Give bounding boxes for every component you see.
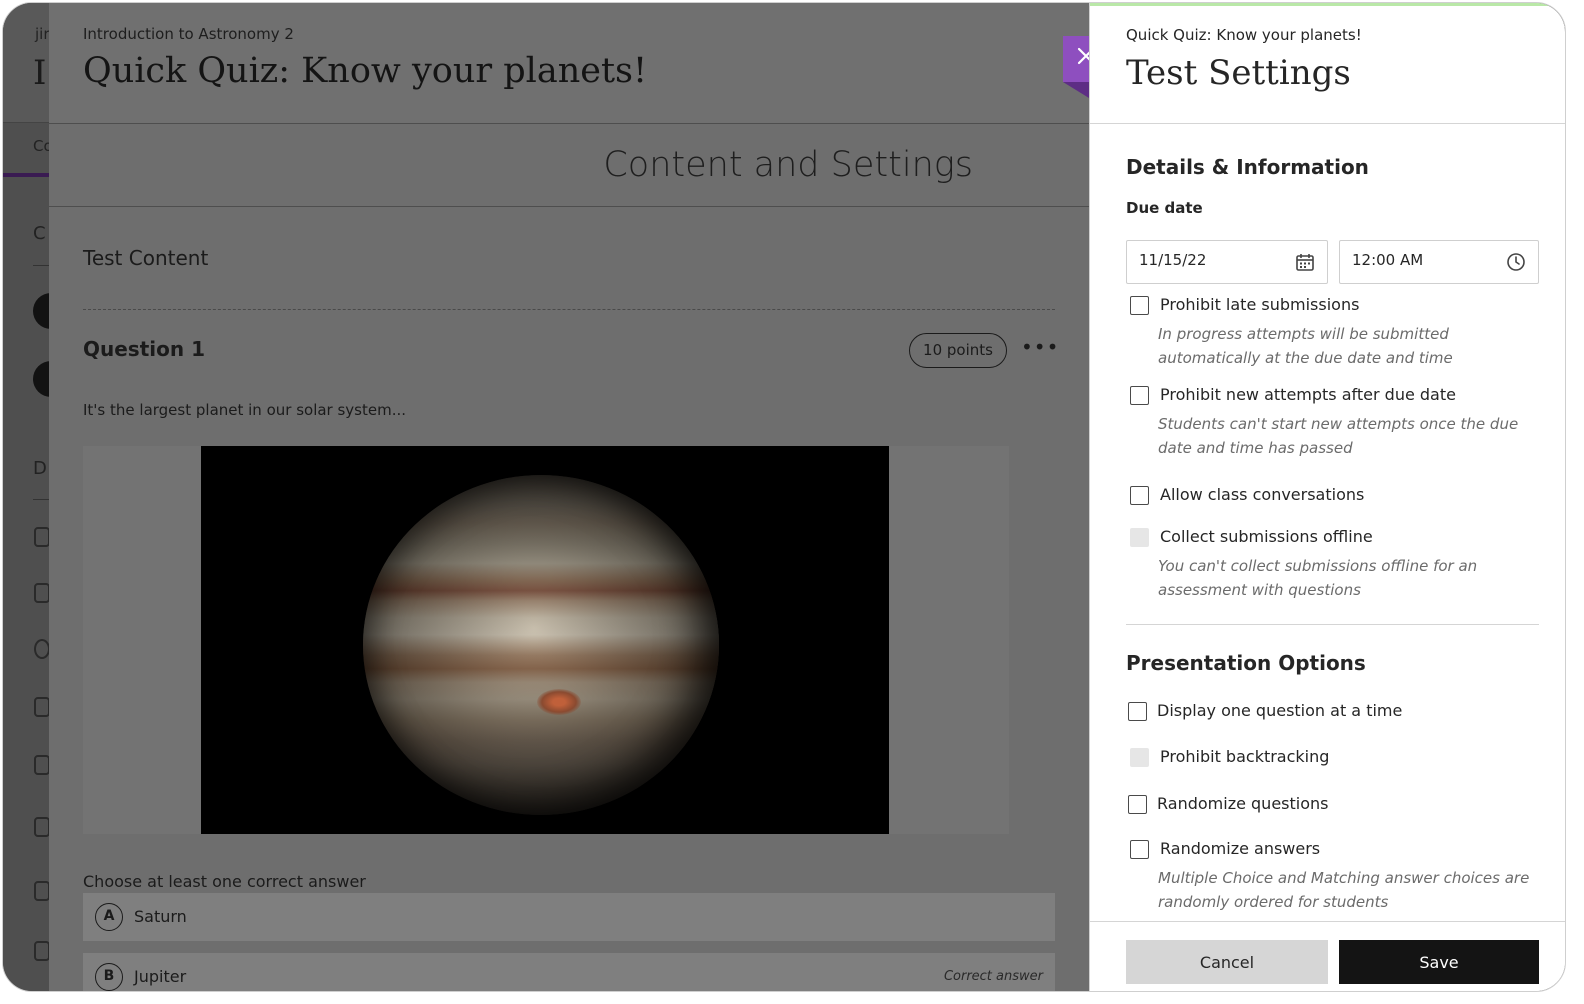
background-section-heading: C (33, 223, 46, 244)
answer-letter: A (95, 903, 123, 931)
correct-answer-label: Correct answer (943, 969, 1043, 984)
option-label: Randomize questions (1157, 794, 1329, 813)
dashed-divider (83, 309, 1055, 310)
save-button[interactable]: Save (1339, 940, 1539, 984)
checkbox[interactable] (1128, 795, 1147, 814)
details-heading: Details & Information (1126, 155, 1369, 179)
checkbox[interactable] (1130, 386, 1149, 405)
close-button-tail (1063, 82, 1089, 98)
option-help-text: Multiple Choice and Matching answer choi… (1158, 869, 1530, 911)
option-help-text: You can't collect submissions offline fo… (1158, 557, 1478, 599)
question-prompt: It's the largest planet in our solar sys… (83, 401, 407, 419)
course-name: Introduction to Astronomy 2 (83, 25, 294, 43)
checkbox[interactable] (1130, 296, 1149, 315)
due-date-field[interactable] (1126, 240, 1328, 284)
background-tab-indicator (3, 173, 49, 177)
panel-subtitle: Quick Quiz: Know your planets! (1126, 26, 1362, 44)
question-image[interactable] (201, 446, 889, 834)
cancel-button[interactable]: Cancel (1126, 940, 1328, 984)
answer-text: Saturn (134, 907, 187, 926)
app-window: jir I Co C D Introduction to Astronomy 2… (2, 2, 1566, 992)
background-title: I (33, 53, 47, 93)
calendar-icon[interactable] (1295, 252, 1315, 272)
presentation-heading: Presentation Options (1126, 651, 1366, 675)
great-red-spot (537, 689, 581, 715)
ellipsis-icon[interactable]: ••• (1021, 335, 1059, 359)
jupiter-planet (363, 475, 719, 815)
section-divider (1126, 624, 1539, 625)
option-label: Randomize answers (1160, 839, 1321, 858)
background-people-icon (34, 583, 50, 603)
question-label: Question 1 (83, 337, 205, 361)
answer-letter: B (95, 963, 123, 991)
page-title: Quick Quiz: Know your planets! (83, 51, 648, 91)
content-settings-bar: Content and Settings (49, 125, 1091, 207)
section-title: Content and Settings (603, 145, 973, 185)
option-label: Prohibit backtracking (1160, 747, 1330, 766)
due-time-input[interactable] (1352, 251, 1502, 269)
due-date-label: Due date (1126, 199, 1203, 217)
background-divider (33, 499, 49, 500)
panel-footer: Cancel Save (1090, 921, 1565, 991)
background-flag-icon (34, 941, 50, 961)
background-check-icon (34, 639, 50, 659)
background-lock-icon (34, 755, 50, 775)
background-divider (33, 265, 49, 266)
checkbox[interactable] (1130, 486, 1149, 505)
option-label: Allow class conversations (1160, 485, 1365, 504)
background-person-icon (34, 527, 50, 547)
answer-option[interactable]: B Jupiter Correct answer (83, 953, 1055, 991)
test-settings-panel: Quick Quiz: Know your planets! Test Sett… (1089, 3, 1565, 991)
checkbox[interactable] (1130, 840, 1149, 859)
option-label: Display one question at a time (1157, 701, 1403, 720)
option-help-text: In progress attempts will be submitted a… (1158, 325, 1453, 367)
answer-instruction: Choose at least one correct answer (83, 872, 366, 891)
question-image-container (83, 446, 1009, 834)
background-code-icon (34, 817, 50, 837)
test-header: Introduction to Astronomy 2 Quick Quiz: … (49, 3, 1091, 124)
test-content-panel: Introduction to Astronomy 2 Quick Quiz: … (49, 3, 1091, 991)
answer-option[interactable]: A Saturn (83, 893, 1055, 941)
background-image-icon (34, 697, 50, 717)
checkbox-disabled (1130, 528, 1149, 547)
due-date-input[interactable] (1139, 251, 1289, 269)
background-clipboard-icon (34, 881, 50, 901)
option-label: Prohibit new attempts after due date (1160, 385, 1456, 404)
clock-icon[interactable] (1506, 252, 1526, 272)
background-section-heading-2: D (33, 458, 47, 479)
checkbox[interactable] (1128, 702, 1147, 721)
option-label: Collect submissions offline (1160, 527, 1373, 546)
panel-header: Quick Quiz: Know your planets! Test Sett… (1090, 3, 1565, 124)
background-breadcrumb: jir (35, 25, 50, 43)
due-time-field[interactable] (1339, 240, 1539, 284)
test-content-heading: Test Content (83, 246, 209, 270)
answer-text: Jupiter (134, 967, 187, 986)
option-label: Prohibit late submissions (1160, 295, 1360, 314)
panel-scroll-area[interactable]: Details & Information Due date 11/15/22 … (1090, 125, 1565, 921)
checkbox-disabled (1130, 748, 1149, 767)
panel-title: Test Settings (1126, 53, 1351, 93)
points-badge[interactable]: 10 points (909, 333, 1007, 368)
option-help-text: Students can't start new attempts once t… (1158, 415, 1519, 457)
